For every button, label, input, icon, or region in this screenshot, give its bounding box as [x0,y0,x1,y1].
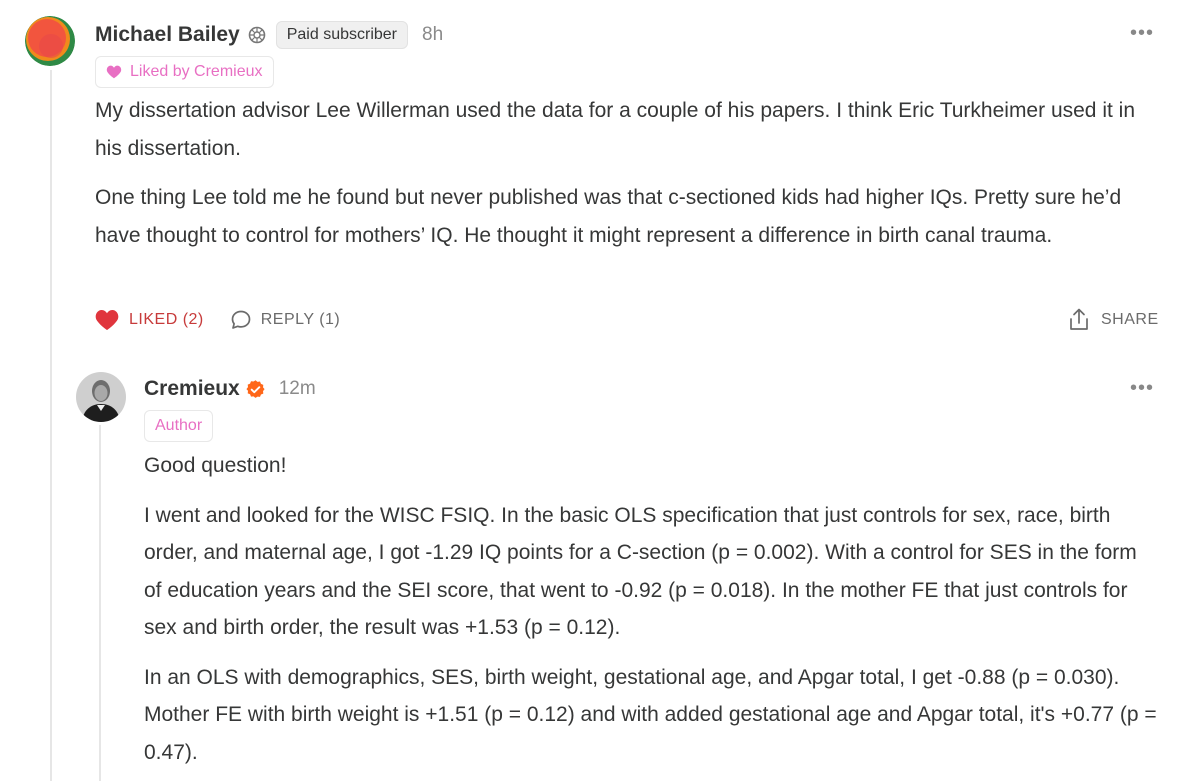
reply-paragraph: I went and looked for the WISC FSIQ. In … [144,503,1137,640]
liked-by-badge: Liked by Cremieux [95,56,274,88]
comment-actions: LIKED (2) REPLY (1) [95,306,340,334]
more-options-button[interactable]: ••• [1130,23,1154,43]
avatar-cremieux[interactable] [76,372,126,422]
reply-more-options-button[interactable]: ••• [1130,378,1154,398]
share-label: SHARE [1101,311,1159,328]
like-count-label: LIKED (2) [129,311,204,328]
verified-icon [246,379,265,399]
thread-line-main [50,70,52,781]
comment-header: Michael Bailey Paid subscriber 8h [95,18,443,52]
reply-paragraph: In an OLS with demographics, SES, birth … [144,665,1157,764]
like-button[interactable]: LIKED (2) [95,309,204,331]
comment-paragraph: One thing Lee told me he found but never… [95,186,1122,247]
reply-header: Cremieux 12m [144,373,316,405]
author-badge: Author [144,410,214,442]
author-name[interactable]: Michael Bailey [95,23,240,47]
heart-icon [106,65,122,79]
reply-count-label: REPLY (1) [260,311,341,328]
speech-bubble-icon [230,309,252,331]
heart-filled-icon [95,309,119,331]
share-button[interactable]: SHARE [1068,308,1159,332]
reply-author-name[interactable]: Cremieux [144,377,240,401]
liked-by-text: Liked by Cremieux [130,63,263,80]
thread-line-reply [99,425,101,781]
reply-paragraph: Good question! [144,454,287,477]
author-badge-label: Author [155,417,203,434]
reply-body: Good question! I went and looked for the… [144,447,1159,771]
comment-body: My dissertation advisor Lee Willerman us… [95,92,1160,254]
reply-button[interactable]: REPLY (1) [230,309,341,331]
paid-subscriber-badge: Paid subscriber [275,21,409,49]
comment-paragraph: My dissertation advisor Lee Willerman us… [95,99,1135,160]
avatar-michael-bailey[interactable] [25,16,75,66]
comment-time[interactable]: 8h [422,24,443,46]
share-icon [1068,308,1090,332]
subscriber-icon [248,26,266,44]
share-action: SHARE [1068,306,1159,334]
reply-time[interactable]: 12m [279,378,316,400]
